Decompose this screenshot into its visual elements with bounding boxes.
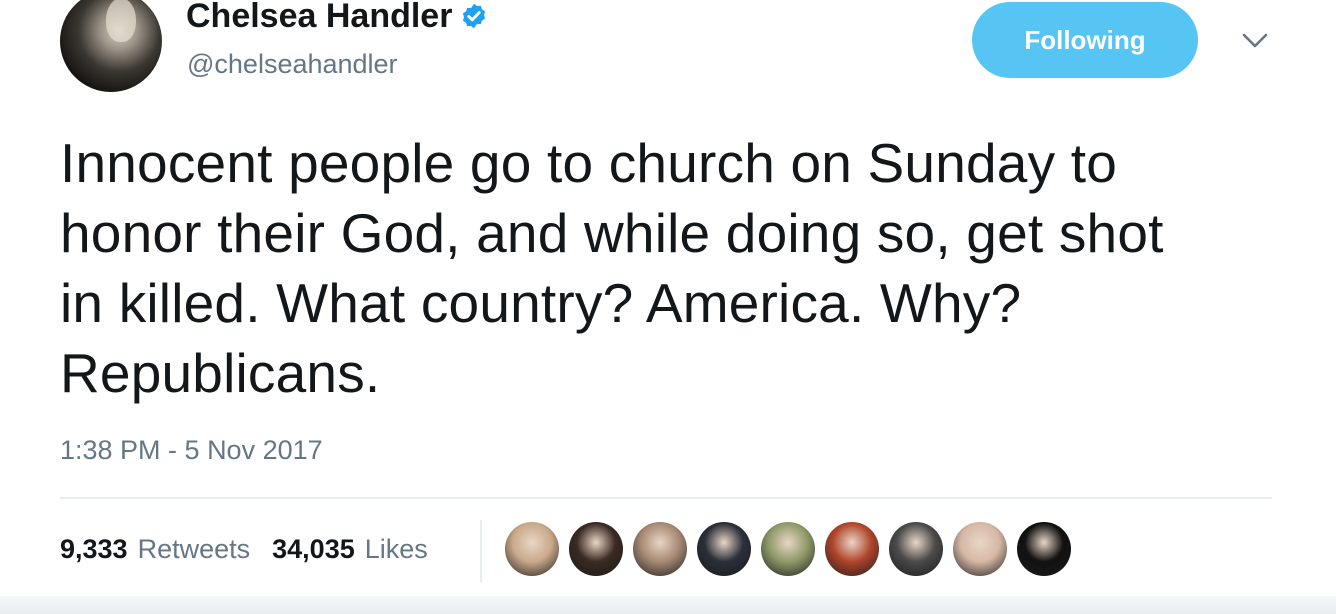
tweet-text: Innocent people go to church on Sunday t… (60, 132, 1164, 404)
retweets-label: Retweets (137, 534, 251, 564)
tweet-card: Chelsea Handler @chelseahandler Followin… (0, 0, 1336, 614)
retweets-stat[interactable]: 9,333 Retweets (60, 531, 250, 567)
bottom-edge (0, 596, 1336, 614)
following-button[interactable]: Following (972, 2, 1198, 78)
liker-avatar-1[interactable] (505, 522, 559, 576)
author-name-row: Chelsea Handler (186, 0, 488, 38)
retweets-count: 9,333 (60, 534, 128, 564)
likes-stat[interactable]: 34,035 Likes (272, 531, 428, 567)
chevron-down-icon[interactable] (1240, 30, 1270, 52)
liker-avatar-9[interactable] (1017, 522, 1071, 576)
author-handle[interactable]: @chelseahandler (187, 46, 398, 82)
liker-avatar-5[interactable] (761, 522, 815, 576)
liker-avatar-3[interactable] (633, 522, 687, 576)
liker-avatar-2[interactable] (569, 522, 623, 576)
author-display-name[interactable]: Chelsea Handler (186, 0, 452, 38)
stats-vertical-divider (480, 520, 482, 582)
author-avatar[interactable] (60, 0, 162, 92)
liker-avatar-6[interactable] (825, 522, 879, 576)
liker-avatar-8[interactable] (953, 522, 1007, 576)
tweet-stats: 9,333 Retweets 34,035 Likes (60, 531, 428, 567)
likes-label: Likes (364, 534, 428, 564)
likes-count: 34,035 (272, 534, 355, 564)
stats-top-divider (60, 497, 1272, 499)
liker-avatar-7[interactable] (889, 522, 943, 576)
verified-badge-icon (463, 3, 486, 29)
tweet-timestamp[interactable]: 1:38 PM - 5 Nov 2017 (60, 432, 323, 468)
liker-avatars (505, 522, 1071, 576)
liker-avatar-4[interactable] (697, 522, 751, 576)
